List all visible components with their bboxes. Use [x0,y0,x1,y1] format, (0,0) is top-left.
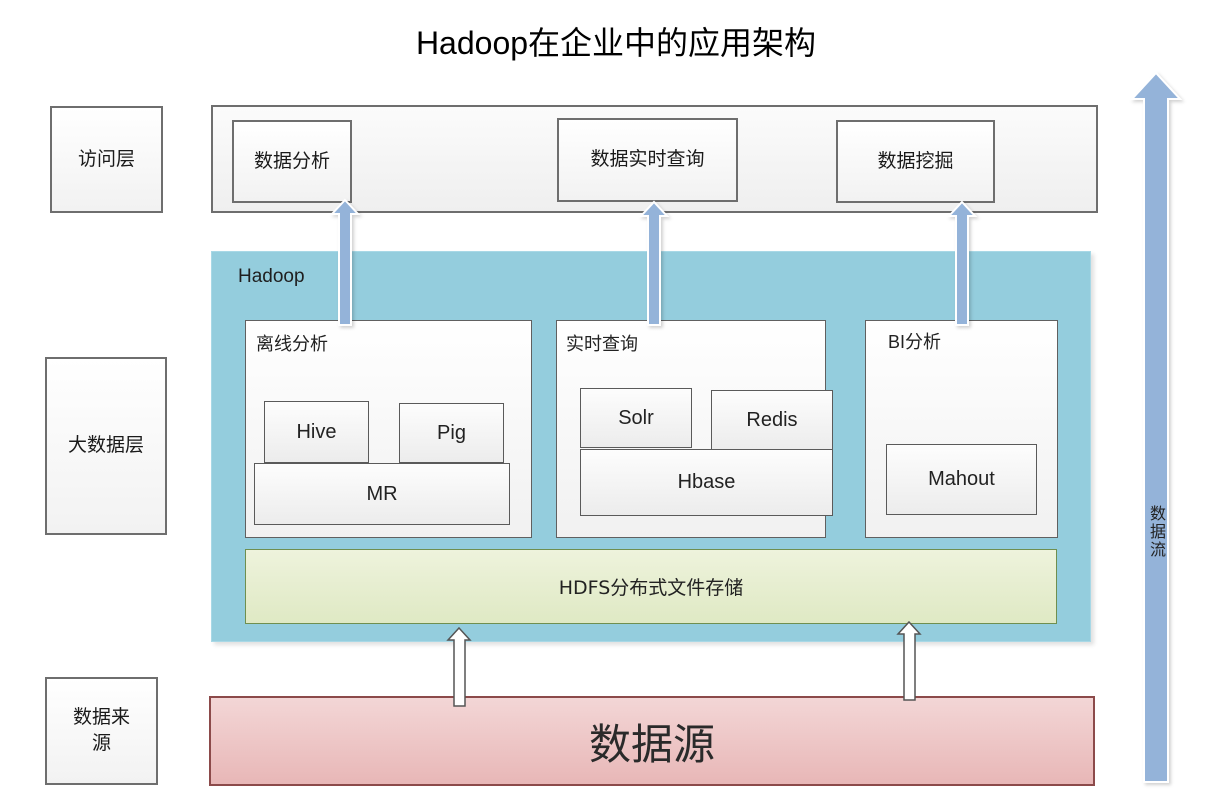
arrows-layer [329,71,1183,783]
arrow-up-icon [638,200,670,326]
data-flow-label: 数据流 [1147,505,1166,559]
arrow-up-icon [329,198,361,326]
data-flow-arrow-icon [1129,71,1183,783]
arrow-up-hollow-icon [446,626,472,707]
arrow-up-hollow-icon [896,620,922,701]
arrow-up-icon [946,200,978,326]
